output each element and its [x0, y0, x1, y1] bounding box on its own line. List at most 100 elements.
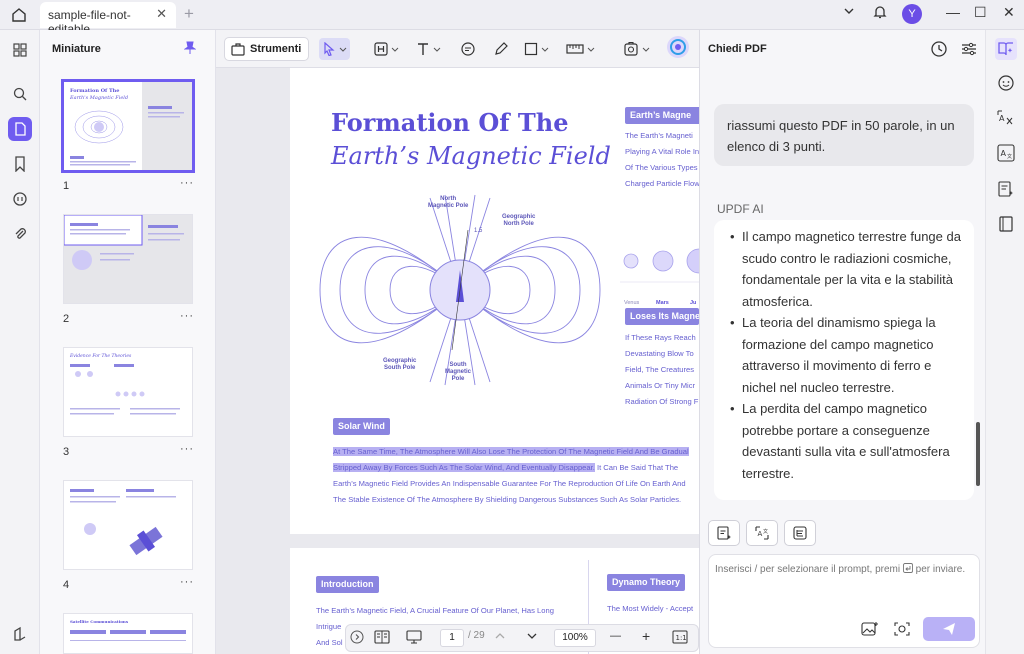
- text-icon: [418, 43, 428, 55]
- page-thumbnail-1[interactable]: Formation Of The Earth's Magnetic Field: [61, 79, 195, 173]
- ai-response-point: Il campo magnetico terrestre funge da sc…: [730, 226, 964, 312]
- list-document-icon: [793, 526, 807, 540]
- ai-book-icon[interactable]: [995, 38, 1017, 60]
- ocr-icon[interactable]: A: [995, 108, 1017, 130]
- explain-prompt-button[interactable]: [784, 520, 816, 546]
- ai-assistant-button[interactable]: [666, 36, 690, 58]
- actual-size-icon[interactable]: 1:1: [672, 630, 688, 647]
- user-message: riassumi questo PDF in 50 parole, in un …: [714, 104, 974, 166]
- chat-scrollbar[interactable]: [976, 422, 980, 486]
- previous-page-icon[interactable]: [494, 630, 506, 645]
- comment-tool[interactable]: [460, 38, 476, 60]
- thumbnail-more-button[interactable]: ···: [180, 310, 194, 322]
- thumbnails-icon[interactable]: [8, 117, 32, 141]
- highlighted-text[interactable]: Stripped Away By Forces Such As The Sola…: [333, 463, 595, 472]
- stamp-tool[interactable]: [623, 38, 650, 60]
- highlight-tool[interactable]: [374, 38, 399, 60]
- pin-icon[interactable]: [183, 41, 197, 60]
- send-button[interactable]: [923, 617, 975, 641]
- zoom-level[interactable]: 100%: [554, 629, 596, 647]
- document-viewer[interactable]: Strumenti Formation Of The Earth’s Magne…: [216, 30, 699, 654]
- tools-button[interactable]: Strumenti: [224, 37, 310, 61]
- document-title-line1: Formation Of The: [331, 108, 569, 137]
- image-upload-icon[interactable]: [861, 621, 879, 642]
- home-icon[interactable]: [10, 6, 28, 24]
- right-text-line: If These Rays Reach: [625, 333, 696, 342]
- page-thumbnail-4[interactable]: [63, 480, 193, 570]
- chevron-down-icon[interactable]: [842, 4, 856, 21]
- chat-title: Chiedi PDF: [708, 43, 767, 55]
- chevron-down-icon: [541, 47, 549, 52]
- thumbnail-panel: Miniature Formation Of The Earth's Magne…: [40, 30, 216, 654]
- cursor-icon: [324, 42, 335, 56]
- planet-label: Venus: [624, 300, 640, 306]
- right-text-line: Charged Particle Flow: [625, 179, 699, 188]
- square-icon: [524, 42, 538, 56]
- collapse-icon[interactable]: [350, 630, 364, 647]
- chevron-down-icon: [433, 47, 441, 52]
- page-thumbnail-5[interactable]: Satellite Communications: [63, 613, 193, 654]
- svg-text:Earth's Magnetic Field: Earth's Magnetic Field: [69, 95, 128, 101]
- form-sparkle-icon[interactable]: [995, 178, 1017, 200]
- zoom-out-button[interactable]: —: [610, 630, 621, 642]
- svg-text:Evidence For The Theories: Evidence For The Theories: [69, 353, 132, 359]
- dynamo-theory-heading: Dynamo Theory: [607, 574, 686, 591]
- ai-response-point: La teoria del dinamismo spiega la formaz…: [730, 312, 964, 398]
- settings-sliders-icon[interactable]: [960, 40, 978, 63]
- layers-icon[interactable]: [8, 622, 32, 646]
- grid-icon[interactable]: [8, 38, 32, 62]
- summarize-prompt-button[interactable]: [708, 520, 740, 546]
- right-text-line: Animals Or Tiny Micr: [625, 381, 696, 390]
- close-window-button[interactable]: ✕: [1003, 4, 1015, 21]
- reader-book-icon[interactable]: [995, 213, 1017, 235]
- text-tool[interactable]: [416, 38, 441, 60]
- chevron-down-icon: [339, 47, 347, 52]
- right-text-line: Playing A Vital Role In: [625, 147, 699, 156]
- bell-icon[interactable]: [872, 4, 888, 23]
- document-tab[interactable]: sample-file-not-editable ✕: [40, 2, 176, 36]
- highlighted-text[interactable]: At The Same Time, The Atmosphere Will Al…: [333, 447, 689, 456]
- dynamo-line: The Most Widely - Accept: [607, 604, 694, 613]
- ruler-icon: [566, 44, 584, 54]
- screenshot-icon[interactable]: [893, 621, 911, 642]
- zoom-in-button[interactable]: +: [642, 628, 650, 644]
- thumbnail-more-button[interactable]: ···: [180, 443, 194, 455]
- chat-bot-icon[interactable]: [995, 72, 1017, 94]
- thumbnail-more-button[interactable]: ···: [180, 576, 194, 588]
- next-page-icon[interactable]: [526, 630, 538, 645]
- ai-response: Il campo magnetico terrestre funge da sc…: [714, 220, 974, 500]
- select-tool[interactable]: [319, 38, 350, 60]
- minimize-button[interactable]: —: [946, 4, 960, 20]
- translate-prompt-button[interactable]: A文: [746, 520, 778, 546]
- thumbnail-more-button[interactable]: ···: [180, 177, 194, 189]
- chat-input[interactable]: Inserisci / per selezionare il prompt, p…: [708, 554, 980, 648]
- measure-tool[interactable]: [566, 38, 595, 60]
- page-thumbnail-3[interactable]: Evidence For The Theories: [63, 347, 193, 437]
- highlight-box-icon: [374, 42, 388, 56]
- south-magnetic-pole-label: South Magnetic Pole: [445, 362, 472, 382]
- page-thumbnail-2[interactable]: [63, 214, 193, 304]
- right-text-line: Devastating Blow To: [625, 349, 694, 358]
- pen-tool[interactable]: [493, 38, 509, 60]
- close-tab-icon[interactable]: ✕: [156, 6, 167, 22]
- shape-tool[interactable]: [524, 38, 549, 60]
- maximize-button[interactable]: ☐: [974, 4, 987, 21]
- page-number-input[interactable]: 1: [440, 629, 464, 647]
- title-bar: sample-file-not-editable ✕ + Y — ☐ ✕: [0, 0, 1024, 36]
- history-icon[interactable]: [930, 40, 948, 63]
- new-tab-button[interactable]: +: [184, 4, 194, 24]
- presentation-icon[interactable]: [406, 630, 422, 647]
- attachment-icon[interactable]: [8, 222, 32, 246]
- comment-icon[interactable]: [8, 187, 32, 211]
- chat-panel: Chiedi PDF riassumi questo PDF in 50 par…: [699, 30, 985, 654]
- introduction-heading: Introduction: [316, 576, 379, 593]
- search-icon[interactable]: [8, 82, 32, 106]
- tools-label: Strumenti: [250, 43, 302, 55]
- svg-text:A: A: [758, 530, 763, 538]
- avatar[interactable]: Y: [902, 4, 922, 24]
- svg-text:Formation Of The: Formation Of The: [70, 88, 119, 94]
- translate-icon[interactable]: A文: [995, 142, 1017, 164]
- reading-mode-icon[interactable]: [374, 630, 390, 647]
- pen-icon: [495, 42, 508, 55]
- bookmark-icon[interactable]: [8, 152, 32, 176]
